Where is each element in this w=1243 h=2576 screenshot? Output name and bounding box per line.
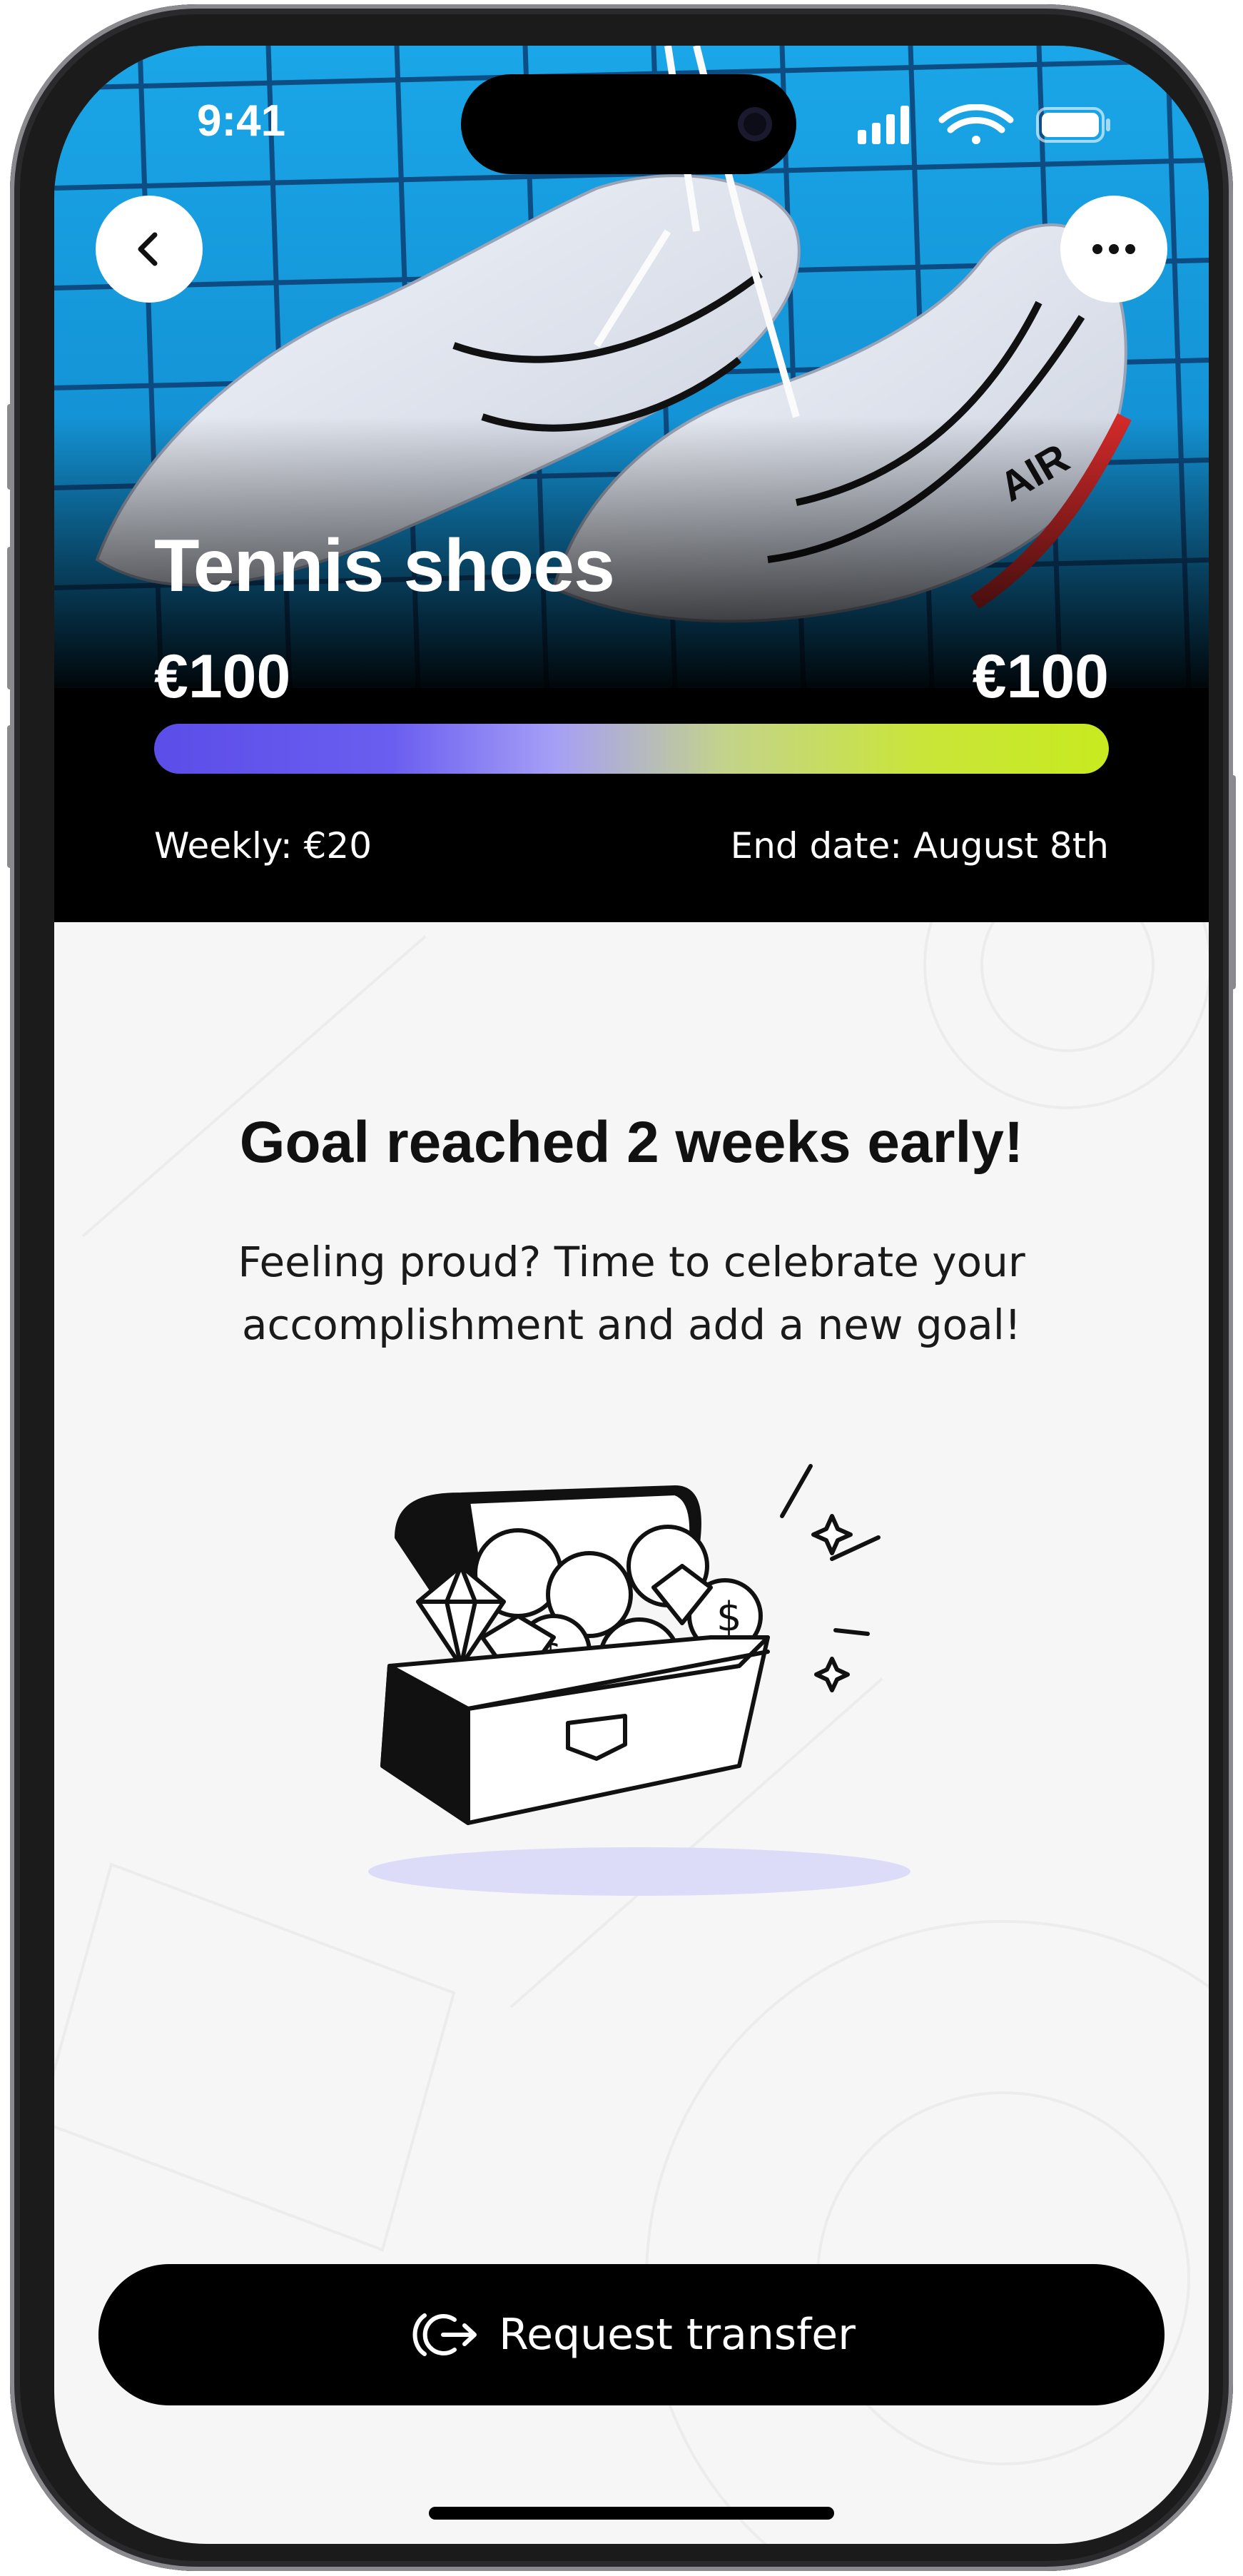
saved-amount: €100 bbox=[154, 642, 291, 711]
front-camera bbox=[738, 107, 772, 141]
more-options-button[interactable] bbox=[1060, 196, 1167, 303]
request-transfer-label: Request transfer bbox=[499, 2310, 856, 2360]
more-horizontal-icon bbox=[1092, 244, 1135, 254]
chevron-left-icon bbox=[138, 232, 158, 266]
signal-icon bbox=[858, 106, 909, 144]
weekly-amount: Weekly: €20 bbox=[154, 825, 372, 867]
treasure-chest-illustration: $ $ $ bbox=[368, 1464, 910, 1896]
status-time: 9:41 bbox=[197, 96, 286, 146]
transfer-out-icon bbox=[412, 2313, 477, 2356]
phone-frame: AIR 9:41 bbox=[7, 4, 1236, 2571]
back-button[interactable] bbox=[96, 196, 203, 303]
volume-down-button bbox=[7, 725, 13, 868]
battery-icon bbox=[1036, 107, 1110, 143]
success-message: Feeling proud? Time to celebrate your ac… bbox=[238, 1238, 1025, 1349]
power-button bbox=[1230, 775, 1236, 989]
status-icons bbox=[858, 104, 1110, 144]
home-indicator[interactable] bbox=[429, 2507, 834, 2520]
goal-progress-bar bbox=[154, 724, 1109, 774]
request-transfer-button[interactable]: Request transfer bbox=[98, 2264, 1165, 2405]
goal-hero: AIR 9:41 bbox=[54, 46, 1209, 922]
goal-title: Tennis shoes bbox=[154, 525, 615, 607]
goal-progress-fill bbox=[154, 724, 1109, 774]
svg-text:$: $ bbox=[716, 1594, 742, 1640]
wifi-icon bbox=[938, 104, 1014, 144]
target-amount: €100 bbox=[972, 642, 1109, 711]
app-screen: AIR 9:41 bbox=[54, 46, 1209, 2544]
success-headline: Goal reached 2 weeks early! bbox=[239, 1110, 1024, 1175]
volume-up-button bbox=[7, 547, 13, 690]
silent-switch bbox=[7, 404, 13, 490]
end-date: End date: August 8th bbox=[730, 825, 1109, 867]
